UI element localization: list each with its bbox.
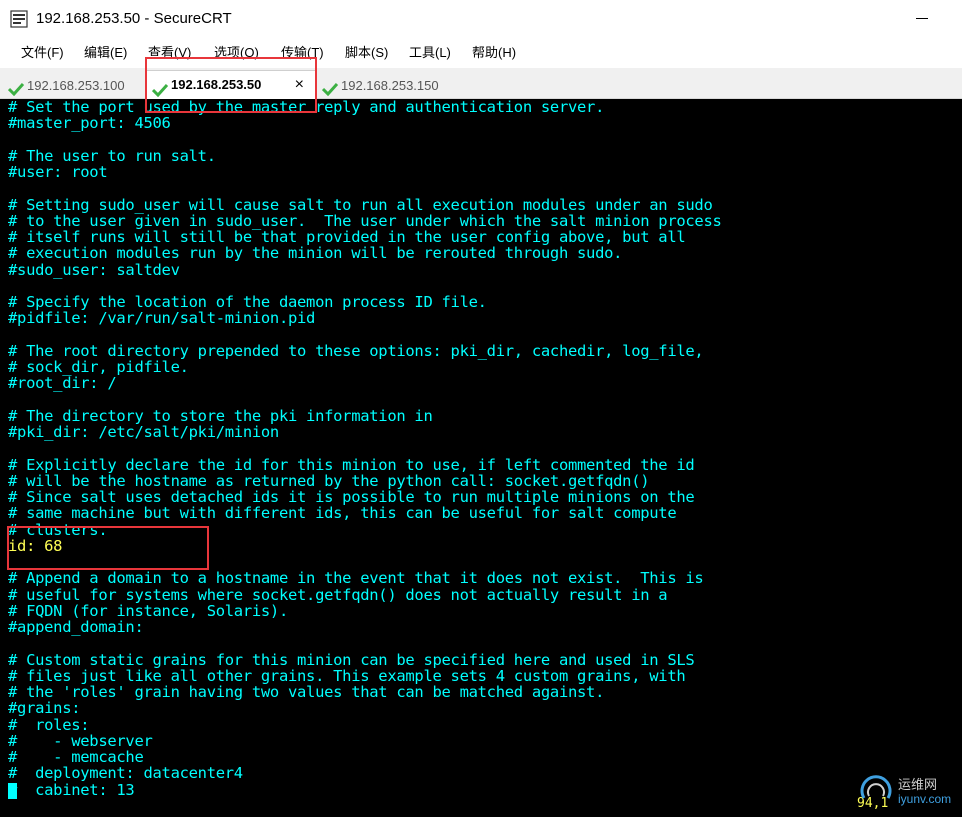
terminal-line: # Append a domain to a hostname in the e…: [8, 569, 704, 588]
terminal-line: # itself runs will still be that provide…: [8, 228, 686, 246]
title-bar: 192.168.253.50 - SecureCRT: [0, 0, 962, 38]
terminal-line: # execution modules run by the minion wi…: [8, 244, 623, 263]
terminal-line: # FQDN (for instance, Solaris).: [8, 601, 288, 620]
terminal-line: #master_port: 4506: [8, 114, 171, 133]
watermark-logo-icon: [858, 772, 894, 808]
terminal-line: #user: root: [8, 163, 108, 181]
terminal-line: # roles:: [8, 715, 90, 734]
terminal-line: # files just like all other grains. This…: [8, 666, 686, 685]
terminal-cursor: [8, 783, 17, 799]
terminal-line: # deployment: datacenter4: [8, 764, 243, 783]
watermark: 运维网 iyunv.com: [858, 770, 962, 810]
menu-edit[interactable]: 编辑(E): [84, 45, 127, 61]
terminal-line: # same machine but with different ids, t…: [8, 504, 677, 523]
terminal-line: #pki_dir: /etc/salt/pki/minion: [8, 423, 279, 441]
menu-file[interactable]: 文件(F): [21, 45, 64, 61]
menu-script[interactable]: 脚本(S): [345, 45, 388, 61]
terminal-line: # Since salt uses detached ids it is pos…: [8, 488, 695, 506]
terminal-line: # sock_dir, pidfile.: [8, 358, 189, 376]
window-title: 192.168.253.50 - SecureCRT: [36, 10, 232, 27]
terminal-line: #grains:: [8, 699, 81, 718]
terminal-line: #sudo_user: saltdev: [8, 260, 180, 279]
highlight-box-active-tab: [145, 57, 317, 113]
watermark-en: iyunv.com: [898, 792, 952, 806]
terminal-line: # - webserver: [8, 731, 153, 750]
menu-tools[interactable]: 工具(L): [409, 45, 451, 61]
terminal-line: # Specify the location of the daemon pro…: [8, 293, 487, 311]
tab-label: 192.168.253.150: [341, 78, 439, 93]
terminal-line: # will be the hostname as returned by th…: [8, 471, 650, 490]
minimize-button[interactable]: [912, 8, 932, 28]
check-icon: [321, 80, 339, 96]
terminal-line: # The directory to store the pki informa…: [8, 406, 433, 425]
terminal-line: #pidfile: /var/run/salt-minion.pid: [8, 309, 316, 328]
securecrt-icon: [10, 10, 28, 28]
terminal-line: # cabinet: 13: [8, 780, 135, 799]
terminal-line: # The user to run salt.: [8, 146, 216, 165]
terminal-line: # - memcache: [8, 748, 144, 766]
tab-session-150[interactable]: 192.168.253.150: [321, 74, 439, 98]
tab-session-100[interactable]: 192.168.253.100: [7, 74, 125, 98]
highlight-box-id-setting: [7, 526, 209, 570]
terminal-line: # to the user given in sudo_user. The us…: [8, 211, 722, 230]
terminal-line: # the 'roles' grain having two values th…: [8, 683, 605, 701]
terminal-line: #root_dir: /: [8, 374, 117, 393]
tab-label: 192.168.253.100: [27, 78, 125, 93]
terminal-line: # Setting sudo_user will cause salt to r…: [8, 195, 713, 214]
terminal-line: # The root directory prepended to these …: [8, 341, 704, 360]
menu-help[interactable]: 帮助(H): [472, 45, 516, 61]
terminal-view[interactable]: # Set the port used by the master reply …: [0, 99, 962, 817]
terminal-line: # useful for systems where socket.getfqd…: [8, 585, 668, 604]
watermark-cn: 运维网: [898, 777, 938, 792]
terminal-line: # Explicitly declare the id for this min…: [8, 455, 695, 474]
check-icon: [7, 80, 25, 96]
terminal-line: #append_domain:: [8, 618, 144, 636]
terminal-line: # Custom static grains for this minion c…: [8, 650, 695, 669]
